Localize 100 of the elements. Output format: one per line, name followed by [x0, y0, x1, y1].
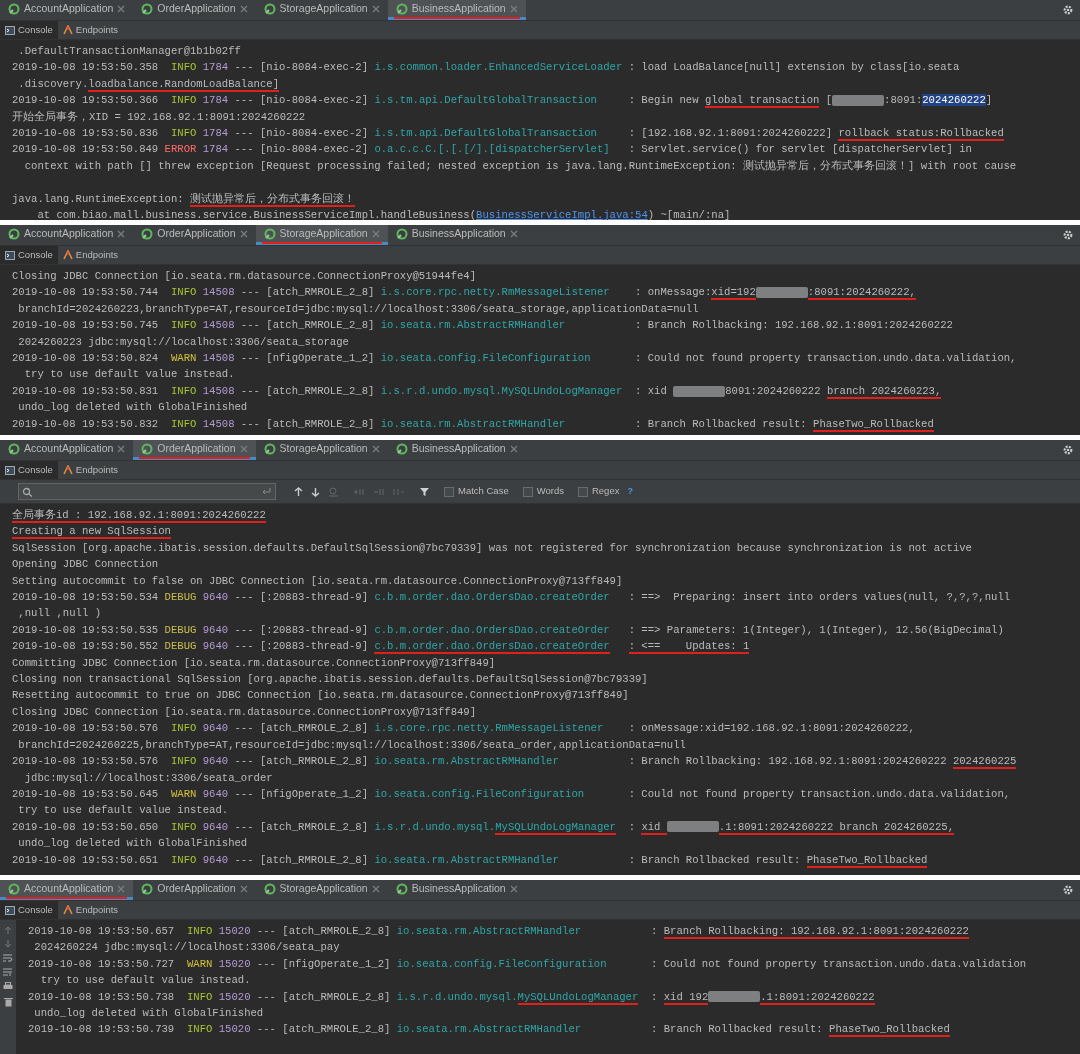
console-line: undo_log deleted with GlobalFinished: [33, 1006, 264, 1022]
console-line: jdbc:mysql://localhost:3306/seata_order: [23, 770, 273, 786]
tool-tab[interactable]: Console: [0, 246, 58, 264]
app-icon: [263, 227, 276, 240]
app-tab[interactable]: BusinessApplication: [387, 225, 526, 245]
console-icon: [5, 465, 15, 475]
log-line: 2019-10-08 19:53:50.849 ERROR 1784 --- [nio-8084-exec-2] o.a.c.c.C.[.[.[/].[dispatcherServlet] : Servlet.service() for servlet [dispatcherServlet] in: [12, 142, 972, 158]
console-line: 2024260224 jdbc:mysql://localhost:3306/seata_pay: [33, 940, 340, 956]
log-line: 2019-10-08 19:53:50.744 INFO 14508 --- [atch_RMROLE_2_8] i.s.core.rpc.netty.RmMessageListener : onMessage:xid=192 :8091:2024260222,: [12, 285, 916, 301]
option-checkbox[interactable]: Match Case: [444, 484, 509, 499]
app-icon: [395, 882, 408, 895]
source-link[interactable]: BusinessServiceImpl.java:54: [476, 209, 648, 220]
console-line: .DefaultTransactionManager@1b1b02ff: [17, 44, 241, 59]
redaction-mark: [673, 385, 726, 397]
app-icon: [8, 442, 20, 455]
arrow-up-icon: [4, 926, 12, 934]
tool-tab[interactable]: Endpoints: [57, 246, 124, 264]
app-tab[interactable]: AccountApplication: [0, 0, 134, 20]
app-tab[interactable]: AccountApplication: [0, 225, 134, 245]
close-icon: [371, 4, 380, 13]
app-tab[interactable]: StorageApplication: [255, 880, 388, 900]
option-checkbox[interactable]: Words: [522, 484, 564, 499]
tool-tab[interactable]: Console: [0, 461, 58, 479]
console-icon: [5, 905, 15, 915]
tool-tab[interactable]: Endpoints: [57, 901, 124, 919]
app-icon: [8, 227, 20, 240]
app-tab[interactable]: AccountApplication: [0, 440, 134, 460]
tool-tab[interactable]: Endpoints: [57, 21, 124, 39]
option-checkbox[interactable]: Regex: [577, 484, 620, 499]
close-icon: [117, 884, 126, 893]
wrap-icon: [3, 954, 13, 962]
add-occurrence-icon: [353, 486, 365, 497]
close-icon: [239, 884, 248, 893]
console-line: 开始全局事务，XID = 192.168.92.1:8091:2024260222: [12, 109, 306, 125]
tool-tab[interactable]: Console: [0, 21, 58, 39]
console-line: Closing non transactional SqlSession [org.apache.ibatis.session.defaults.DefaultSqlSession@7bc79339]: [12, 672, 648, 688]
app-tab[interactable]: BusinessApplication: [387, 880, 526, 900]
search-icon: [22, 486, 33, 497]
console-line: SqlSession [org.apache.ibatis.session.defaults.DefaultSqlSession@7bc79339] was not registered for synchronization because synchronization is not active: [12, 540, 972, 556]
log-line: 2019-10-08 19:53:50.535 DEBUG 9640 --- [:20883-thread-9] c.b.m.order.dao.OrdersDao.createOrder : ==> Parameters: 1(Integer), 1(Integer), 12.56(BigDecimal): [12, 622, 1004, 638]
app-tab[interactable]: StorageApplication: [255, 0, 388, 20]
app-tab[interactable]: AccountApplication: [0, 880, 134, 900]
app-tab[interactable]: OrderApplication: [133, 880, 256, 900]
console-line: Closing JDBC Connection [io.seata.rm.datasource.ConnectionProxy@713ff849]: [12, 704, 477, 720]
redaction-mark: [666, 821, 719, 833]
redaction-mark: [708, 991, 761, 1003]
app-icon: [141, 442, 154, 455]
endpoints-icon: [62, 25, 73, 35]
app-tab[interactable]: OrderApplication: [133, 225, 256, 245]
close-icon: [239, 229, 248, 238]
close-icon: [239, 444, 248, 453]
console-line: context with path [] threw exception [Request processing failed; nested exception is java.lang.RuntimeException: 测试抛异常后，分布式事务回滚！] with root cause: [23, 158, 1017, 174]
log-line: 2019-10-08 19:53:50.552 DEBUG 9640 --- [:20883-thread-9] c.b.m.order.dao.OrdersDao.createOrder : <== Updates: 1: [12, 639, 750, 655]
filter-icon: [419, 486, 430, 497]
app-tab[interactable]: BusinessApplication: [387, 0, 526, 20]
console-line: at com.biao.mall.business.service.BusinessServiceImpl.handleBusiness(BusinessServiceImpl.java:54) ~[main/:na]: [36, 208, 731, 220]
arrow-up-icon: [294, 486, 303, 497]
settings-icon: [1062, 444, 1074, 456]
app-icon: [395, 2, 408, 15]
arrow-down-icon: [4, 940, 12, 948]
find-all-icon: [328, 486, 339, 497]
console-line: .discovery.loadbalance.RandomLoadBalance]: [17, 76, 279, 93]
log-line: 2019-10-08 19:53:50.366 INFO 1784 --- [nio-8084-exec-2] i.s.tm.api.DefaultGlobalTransaction : Begin new global transaction [ :8091:2024260222]: [12, 93, 993, 109]
log-line: 2019-10-08 19:53:50.576 INFO 9640 --- [atch_RMROLE_2_8] io.seata.rm.AbstractRMHandler : Branch Rollbacking: 192.168.92.1:8091:2024260222 2024260225: [12, 754, 1017, 770]
search-field[interactable]: [18, 483, 276, 500]
log-line: 2019-10-08 19:53:50.651 INFO 9640 --- [atch_RMROLE_2_8] io.seata.rm.AbstractRMHandler : Branch Rollbacked result: PhaseTwo_Rollbacked: [12, 852, 928, 868]
print-icon: [3, 982, 13, 991]
app-tab[interactable]: BusinessApplication: [387, 440, 526, 460]
app-tab[interactable]: OrderApplication: [133, 0, 256, 20]
endpoints-icon: [62, 905, 73, 915]
help-link[interactable]: ?: [627, 484, 633, 499]
redaction-mark: [755, 287, 808, 299]
console-line: Opening JDBC Connection: [12, 557, 159, 573]
app-icon: [263, 2, 276, 15]
console-line: Closing JDBC Connection [io.seata.rm.datasource.ConnectionProxy@51944fe4]: [12, 269, 477, 284]
log-line: 2019-10-08 19:53:50.358 INFO 1784 --- [nio-8084-exec-2] i.s.common.loader.EnhancedServiceLoader : load LoadBalance[null] extension by class[io.seata: [12, 60, 960, 76]
log-line: 2019-10-08 19:53:50.657 INFO 15020 --- [atch_RMROLE_2_8] io.seata.rm.AbstractRMHandler : Branch Rollbacking: 192.168.92.1:8091:2024260222: [28, 924, 969, 940]
console-line: 全局事务id : 192.168.92.1:8091:2024260222: [12, 508, 266, 524]
tool-tab[interactable]: Endpoints: [57, 461, 124, 479]
close-icon: [371, 444, 380, 453]
app-icon: [8, 882, 20, 895]
log-line: 2019-10-08 19:53:50.831 INFO 14508 --- [atch_RMROLE_2_8] i.s.r.d.undo.mysql.MySQLUndoLogManager : xid 8091:2024260222 branch 2024260223,: [12, 383, 942, 400]
close-icon: [509, 444, 518, 453]
log-line: 2019-10-08 19:53:50.534 DEBUG 9640 --- [:20883-thread-9] c.b.m.order.dao.OrdersDao.createOrder : ==> Preparing: insert into orders values(null, ?,?,?,null: [12, 590, 1011, 606]
close-icon: [371, 884, 380, 893]
app-icon: [141, 2, 154, 15]
console-line: try to use default value instead.: [17, 803, 229, 819]
tool-tab[interactable]: Console: [0, 901, 58, 919]
app-tab[interactable]: StorageApplication: [255, 440, 388, 460]
app-icon: [395, 442, 408, 455]
close-icon: [509, 229, 518, 238]
log-line: 2019-10-08 19:53:50.745 INFO 14508 --- [atch_RMROLE_2_8] io.seata.rm.AbstractRMHandler : Branch Rollbacking: 192.168.92.1:8091:2024260222: [12, 318, 953, 334]
console-line: Setting autocommit to false on JDBC Connection [io.seata.rm.datasource.ConnectionProxy@713ff849]: [12, 573, 623, 589]
console-line: java.lang.RuntimeException: 测试抛异常后，分布式事务回滚！: [12, 191, 355, 208]
console-icon: [5, 250, 15, 260]
settings-icon: [1062, 884, 1074, 896]
app-tab[interactable]: OrderApplication: [133, 440, 256, 460]
app-tab[interactable]: StorageApplication: [255, 225, 388, 245]
log-line: 2019-10-08 19:53:50.824 WARN 14508 --- [nfigOperate_1_2] io.seata.config.FileConfiguration : Could not found property transaction.undo.data.validation,: [12, 351, 1017, 367]
close-icon: [509, 884, 518, 893]
